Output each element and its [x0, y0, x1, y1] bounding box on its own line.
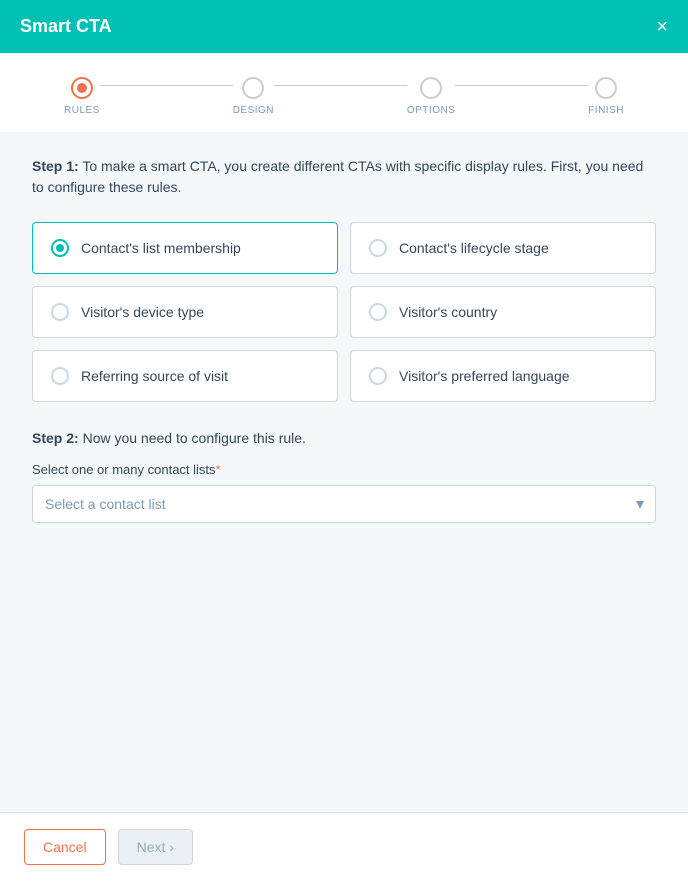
step-circle-rules: [71, 77, 93, 99]
radio-country: [369, 303, 387, 321]
option-contact-list[interactable]: Contact's list membership: [32, 222, 338, 274]
step-circle-design: [242, 77, 264, 99]
modal-body: Step 1: To make a smart CTA, you create …: [0, 132, 688, 547]
option-country[interactable]: Visitor's country: [350, 286, 656, 338]
option-referring-source[interactable]: Referring source of visit: [32, 350, 338, 402]
modal-footer: Cancel Next ›: [0, 812, 688, 881]
contact-list-select[interactable]: Select a contact list: [32, 485, 656, 523]
radio-device-type: [51, 303, 69, 321]
option-device-type[interactable]: Visitor's device type: [32, 286, 338, 338]
step-finish: FINISH: [588, 77, 624, 116]
option-label-contact-list: Contact's list membership: [81, 240, 241, 256]
step2-body: Now you need to configure this rule.: [83, 430, 306, 446]
step-label-design: DESIGN: [233, 105, 274, 116]
option-preferred-language[interactable]: Visitor's preferred language: [350, 350, 656, 402]
step2-prefix: Step 2:: [32, 430, 79, 446]
step-options: OPTIONS: [407, 77, 456, 116]
step1-body: To make a smart CTA, you create differen…: [32, 158, 643, 195]
step-circle-options: [420, 77, 442, 99]
step-design: DESIGN: [233, 77, 274, 116]
option-label-preferred-language: Visitor's preferred language: [399, 368, 570, 384]
steps-progress: RULES DESIGN OPTIONS FINISH: [0, 53, 688, 132]
contact-list-select-wrapper: Select a contact list ▾: [32, 485, 656, 523]
field-label-contact-lists: Select one or many contact lists*: [32, 462, 656, 477]
radio-contact-list: [51, 239, 69, 257]
radio-referring-source: [51, 367, 69, 385]
option-label-country: Visitor's country: [399, 304, 497, 320]
option-label-device-type: Visitor's device type: [81, 304, 204, 320]
next-button[interactable]: Next ›: [118, 829, 193, 865]
option-lifecycle-stage[interactable]: Contact's lifecycle stage: [350, 222, 656, 274]
close-button[interactable]: ×: [656, 17, 668, 37]
step-label-rules: RULES: [64, 105, 100, 116]
option-label-referring-source: Referring source of visit: [81, 368, 228, 384]
step-line-2: [274, 85, 407, 86]
radio-preferred-language: [369, 367, 387, 385]
radio-lifecycle-stage: [369, 239, 387, 257]
step-rules: RULES: [64, 77, 100, 116]
step2-description: Step 2: Now you need to configure this r…: [32, 430, 656, 446]
modal-title: Smart CTA: [20, 16, 112, 37]
step-line-1: [100, 85, 233, 86]
step-label-finish: FINISH: [588, 105, 624, 116]
step-circle-finish: [595, 77, 617, 99]
required-marker: *: [216, 462, 221, 477]
option-label-lifecycle-stage: Contact's lifecycle stage: [399, 240, 549, 256]
cancel-button[interactable]: Cancel: [24, 829, 106, 865]
rule-options-grid: Contact's list membership Contact's life…: [32, 222, 656, 402]
step1-prefix: Step 1:: [32, 158, 79, 174]
step1-description: Step 1: To make a smart CTA, you create …: [32, 156, 656, 198]
step-line-3: [455, 85, 588, 86]
step-label-options: OPTIONS: [407, 105, 456, 116]
modal-header: Smart CTA ×: [0, 0, 688, 53]
